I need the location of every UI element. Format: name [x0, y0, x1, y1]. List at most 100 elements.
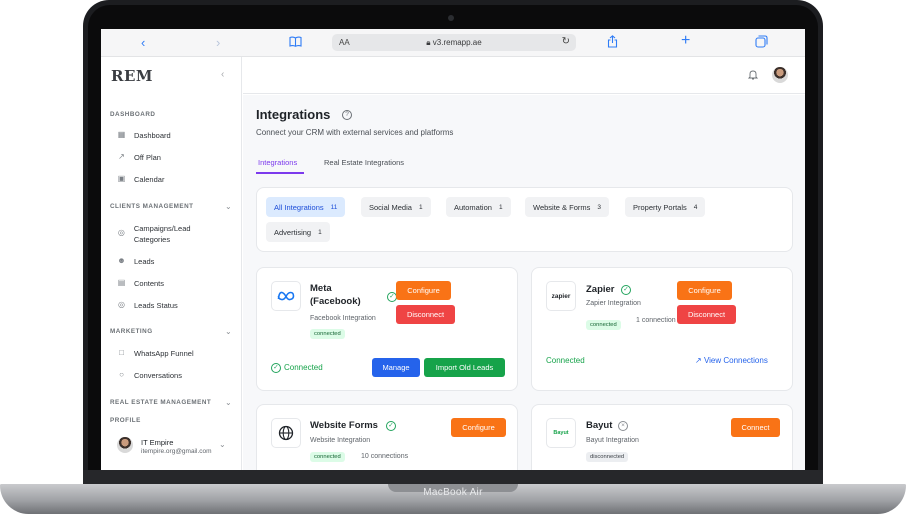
section-dashboard: DASHBOARD: [110, 111, 156, 118]
active-tab-indicator: [256, 172, 304, 174]
reload-icon[interactable]: ↻: [562, 36, 570, 47]
profile-email: itempire.org@gmail.com: [141, 448, 212, 455]
calendar-icon: ▣: [117, 174, 126, 183]
chip-label: Property Portals: [633, 202, 687, 212]
filter-chip-social-media[interactable]: Social Media 1: [361, 197, 431, 217]
sidebar-item-label: Calendar: [134, 175, 165, 184]
users-icon: ☻: [117, 256, 126, 265]
bayut-logo: Bayut: [546, 418, 576, 448]
integration-card-meta: Meta (Facebook) ✓ Facebook Integration c…: [256, 267, 518, 391]
status-badge: connected: [310, 329, 345, 339]
card-description: Website Integration: [310, 437, 371, 444]
filter-chip-website-forms[interactable]: Website & Forms 3: [525, 197, 609, 217]
meta-logo-icon: [271, 281, 301, 311]
document-icon: ▤: [117, 278, 126, 287]
tabs-overview-icon[interactable]: [755, 35, 768, 52]
address-bar[interactable]: AA 🔒︎ v3.remapp.ae ↻: [332, 34, 576, 51]
grid-icon: ▦: [117, 130, 126, 139]
card-title: Bayut: [586, 420, 613, 431]
chip-label: Advertising: [274, 227, 312, 237]
chip-label: Automation: [454, 202, 492, 212]
app-logo[interactable]: REM: [111, 67, 153, 85]
chevron-down-icon[interactable]: ⌄: [225, 398, 232, 407]
chip-label: All Integrations: [274, 202, 324, 212]
check-circle-icon: ✓: [271, 363, 281, 373]
connection-status: Connected: [284, 363, 323, 372]
chat-bubble-icon: ○: [119, 370, 124, 379]
chip-label: Social Media: [369, 202, 412, 212]
profile-label: PROFILE: [110, 417, 141, 424]
url-label: v3.remapp.ae: [432, 38, 482, 47]
sidebar-item-contents[interactable]: ▤ Contents: [117, 278, 164, 289]
bell-icon[interactable]: [747, 69, 759, 83]
sidebar-item-whatsapp-funnel[interactable]: □ WhatsApp Funnel: [117, 348, 194, 359]
sidebar-item-label: Leads: [134, 257, 155, 266]
card-title: Website Forms: [310, 420, 378, 431]
filter-chip-property-portals[interactable]: Property Portals 4: [625, 197, 706, 217]
status-badge: connected: [310, 452, 345, 462]
bookmarks-icon[interactable]: [289, 35, 302, 51]
tab-real-estate-integrations[interactable]: Real Estate Integrations: [324, 158, 404, 167]
sidebar-item-calendar[interactable]: ▣ Calendar: [117, 174, 165, 185]
chevron-down-icon[interactable]: ⌄: [225, 327, 232, 336]
url-text: 🔒︎ v3.remapp.ae: [332, 38, 576, 48]
card-title: Meta (Facebook): [310, 283, 361, 307]
sidebar-item-dashboard[interactable]: ▦ Dashboard: [117, 130, 171, 141]
sidebar-item-leads-status[interactable]: ◎ Leads Status: [117, 300, 178, 311]
sidebar-item-label: Campaigns/Lead Categories: [133, 224, 191, 244]
import-old-leads-button[interactable]: Import Old Leads: [424, 358, 505, 377]
chip-label: Website & Forms: [533, 202, 591, 212]
card-title: Zapier: [586, 284, 615, 295]
share-icon[interactable]: [607, 35, 618, 52]
help-icon[interactable]: ?: [342, 110, 352, 120]
zapier-logo: zapier: [546, 281, 576, 311]
sidebar-item-conversations[interactable]: ○ Conversations: [117, 370, 182, 381]
screen: ‹ › AA 🔒︎ v3.remapp.ae ↻ + REM ‹ DASHBOA…: [101, 29, 805, 470]
laptop-hinge: [83, 470, 823, 484]
chevron-down-icon[interactable]: ⌄: [225, 202, 232, 211]
camera-icon: [448, 15, 454, 21]
disconnect-button[interactable]: Disconnect: [396, 305, 455, 324]
integration-card-website-forms: Website Forms ✓ Website Integration conn…: [256, 404, 518, 470]
new-tab-icon[interactable]: +: [681, 33, 690, 49]
avatar[interactable]: [117, 437, 133, 453]
section-marketing: MARKETING: [110, 328, 153, 335]
filter-chip-advertising[interactable]: Advertising 1: [266, 222, 330, 242]
sidebar-item-label: Off Plan: [134, 153, 161, 162]
integration-card-bayut: Bayut Bayut × Bayut Integration disconne…: [531, 404, 793, 470]
back-icon[interactable]: ‹: [141, 35, 145, 51]
disconnect-button[interactable]: Disconnect: [677, 305, 736, 324]
browser-toolbar: ‹ › AA 🔒︎ v3.remapp.ae ↻ +: [101, 29, 805, 57]
configure-button[interactable]: Configure: [451, 418, 506, 437]
chevron-down-icon[interactable]: ⌄: [219, 440, 226, 449]
sidebar-item-leads[interactable]: ☻ Leads: [117, 256, 154, 267]
page-title: Integrations: [256, 107, 331, 122]
globe-icon: [271, 418, 301, 448]
sidebar-item-campaigns[interactable]: ◎ Campaigns/Lead Categories: [117, 223, 227, 245]
chip-count: 1: [318, 228, 322, 236]
sidebar-item-off-plan[interactable]: ↗ Off Plan: [117, 152, 161, 163]
status-icon: ◎: [118, 300, 125, 309]
forward-icon[interactable]: ›: [216, 35, 220, 51]
collapse-sidebar-icon[interactable]: ‹: [221, 69, 224, 80]
integration-card-zapier: zapier Zapier ✓ Zapier Integration conne…: [531, 267, 793, 391]
check-circle-icon: ✓: [386, 421, 396, 431]
filter-chip-automation[interactable]: Automation 1: [446, 197, 511, 217]
sidebar: REM ‹ DASHBOARD ▦ Dashboard ↗ Off Plan ▣…: [101, 57, 242, 470]
configure-button[interactable]: Configure: [677, 281, 732, 300]
avatar[interactable]: [772, 67, 788, 83]
top-header: [243, 57, 805, 94]
tab-integrations[interactable]: Integrations: [258, 158, 297, 167]
message-icon: □: [119, 348, 124, 357]
view-connections-link[interactable]: ↗ View Connections: [695, 356, 768, 365]
configure-button[interactable]: Configure: [396, 281, 451, 300]
manage-button[interactable]: Manage: [372, 358, 420, 377]
filter-bar: All Integrations 11 Social Media 1 Automat…: [256, 187, 793, 252]
status-badge: disconnected: [586, 452, 629, 462]
sidebar-item-label: WhatsApp Funnel: [134, 349, 194, 358]
connect-button[interactable]: Connect: [731, 418, 780, 437]
card-description: Facebook Integration: [310, 315, 376, 322]
chip-count: 1: [418, 203, 423, 211]
filter-chip-all[interactable]: All Integrations 11: [266, 197, 346, 217]
chip-count: 1: [498, 203, 503, 211]
